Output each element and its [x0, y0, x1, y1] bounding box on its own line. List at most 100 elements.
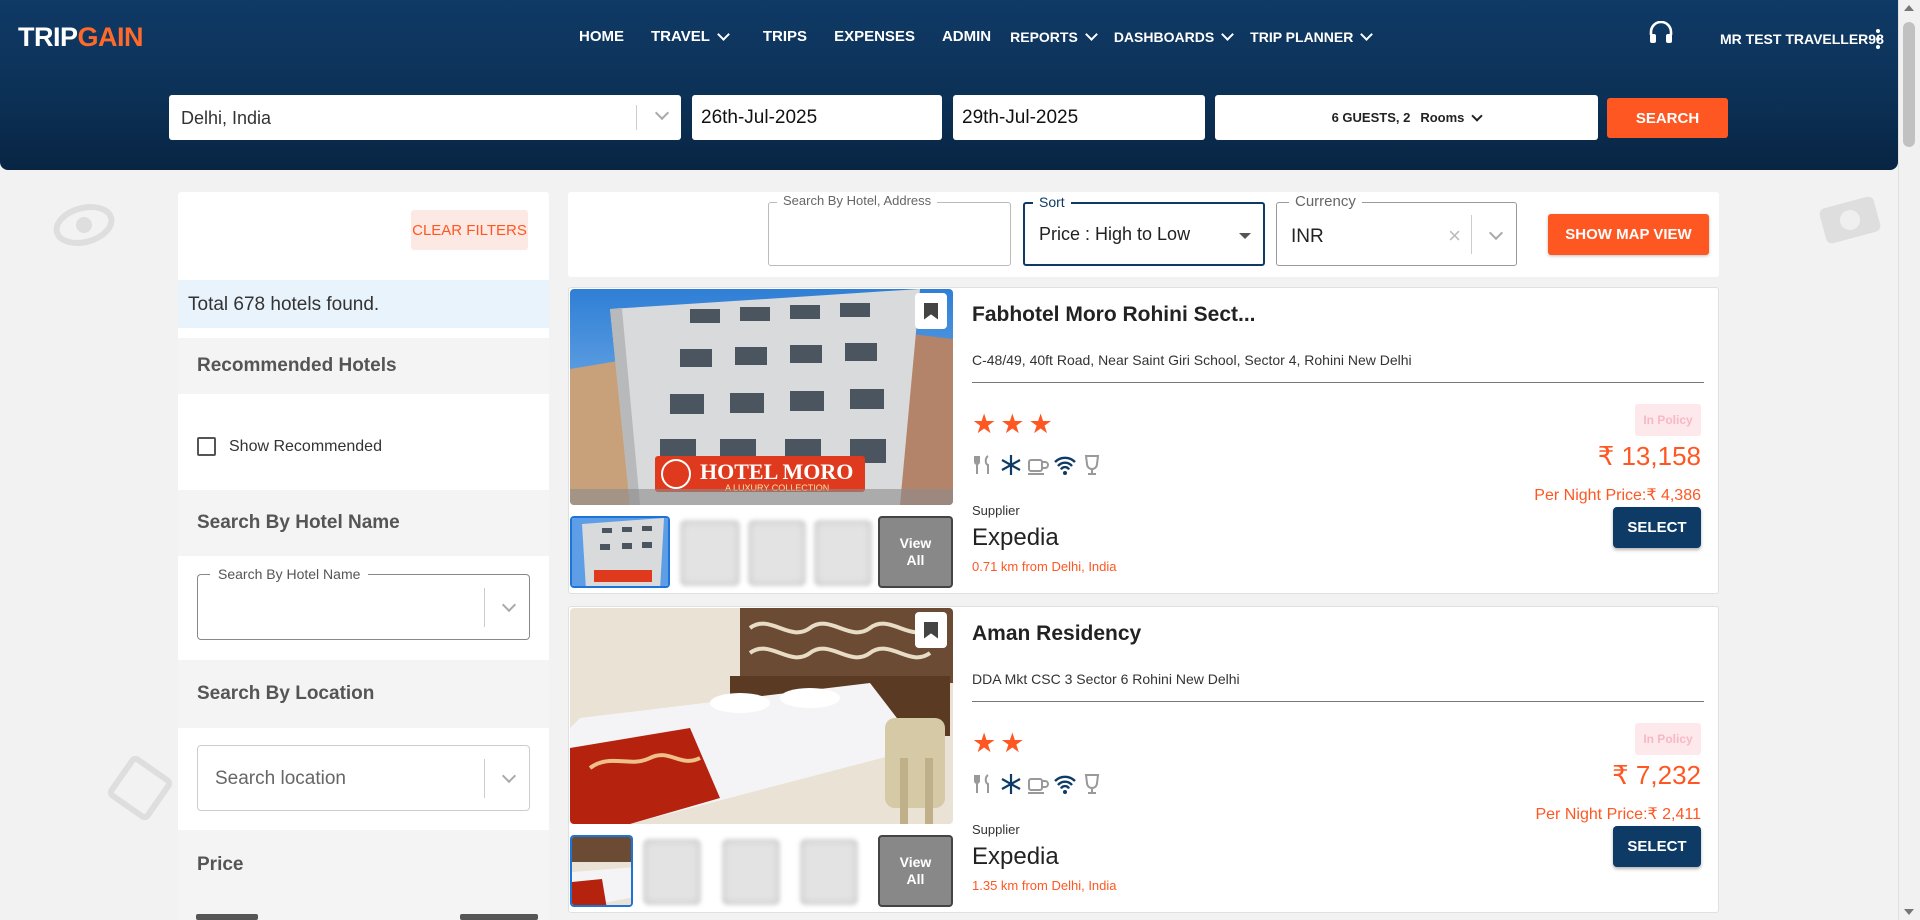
chevron-down-icon — [717, 27, 730, 41]
chevron-down-icon — [654, 105, 670, 121]
tripgain-logo[interactable]: TRIPGAIN — [18, 22, 144, 53]
nav-home[interactable]: HOME — [579, 28, 624, 45]
in-policy-badge: In Policy — [1635, 404, 1701, 436]
star-rating: ★ ★ ★ — [972, 411, 1057, 438]
chevron-down-icon — [501, 768, 517, 784]
camera-watermark-icon — [1819, 196, 1881, 244]
guests-rooms-selector[interactable]: 6 GUESTS, 2 Rooms — [1215, 95, 1598, 140]
main-nav: HOME TRAVEL TRIPS EXPENSES ADMIN REPORTS… — [579, 27, 1389, 45]
hotel-sign-text: HOTEL MORO — [700, 459, 853, 484]
check-in-date-field[interactable]: 26th-Jul-2025 — [692, 95, 942, 140]
checkbox-icon[interactable] — [197, 437, 216, 456]
recommended-section-title: Recommended Hotels — [178, 338, 549, 394]
total-price: ₹ 13,158 — [1597, 441, 1701, 471]
supplier-name: Expedia — [972, 843, 1059, 870]
nav-trips[interactable]: TRIPS — [763, 28, 807, 45]
star-rating: ★ ★ — [972, 730, 1028, 757]
check-out-date-field[interactable]: 29th-Jul-2025 — [953, 95, 1205, 140]
price-section-title: Price — [178, 830, 549, 920]
scroll-down-icon[interactable] — [1904, 909, 1914, 915]
bookmark-icon[interactable] — [915, 612, 947, 648]
hotel-search-bar: Delhi, India 26th-Jul-2025 29th-Jul-2025… — [0, 95, 1898, 142]
photo-thumbnails: View All — [570, 516, 953, 588]
clear-filters-button[interactable]: CLEAR FILTERS — [411, 210, 528, 250]
ac-snowflake-icon — [999, 453, 1023, 477]
hotel-photo[interactable]: HOTEL MORO A LUXURY COLLECTION — [570, 289, 953, 505]
location-select[interactable]: Search location — [197, 745, 530, 811]
price-max-handle[interactable] — [460, 914, 538, 920]
star-icon: ★ — [972, 409, 997, 439]
hotel-name[interactable]: Aman Residency — [972, 622, 1141, 646]
city-select[interactable]: Delhi, India — [169, 95, 681, 140]
select-button[interactable]: SELECT — [1613, 826, 1701, 867]
show-map-view-button[interactable]: SHOW MAP VIEW — [1548, 214, 1709, 255]
star-icon: ★ — [1000, 409, 1025, 439]
view-all-photos-button[interactable]: View All — [878, 516, 953, 588]
bar-glass-icon — [1080, 453, 1104, 477]
thumbnail-selected[interactable] — [570, 835, 633, 907]
hotel-name[interactable]: Fabhotel Moro Rohini Sect... — [972, 303, 1256, 327]
hotel-card: HOTEL MORO A LUXURY COLLECTION View All F… — [568, 287, 1719, 594]
supplier-name: Expedia — [972, 524, 1059, 551]
page-scrollbar[interactable] — [1898, 0, 1920, 920]
more-vertical-icon[interactable] — [1875, 29, 1881, 49]
clear-icon[interactable]: × — [1448, 223, 1461, 249]
caret-down-icon — [1239, 233, 1251, 239]
star-icon: ★ — [1000, 728, 1025, 758]
thumbnail[interactable] — [800, 839, 858, 905]
supplier-label: Supplier — [972, 503, 1020, 518]
chevron-down-icon — [1084, 27, 1098, 41]
user-name-menu[interactable]: MR TEST TRAVELLER98 — [1720, 31, 1884, 47]
thumbnail[interactable] — [643, 839, 701, 905]
thumbnail[interactable] — [680, 520, 740, 586]
bookmark-icon[interactable] — [915, 293, 947, 329]
nav-trip-planner[interactable]: TRIP PLANNER — [1250, 27, 1374, 45]
chevron-down-icon — [1488, 225, 1504, 241]
divider — [972, 701, 1704, 702]
per-night-price: Per Night Price:₹ 4,386 — [1534, 487, 1701, 504]
search-button[interactable]: SEARCH — [1607, 98, 1728, 138]
nav-expenses[interactable]: EXPENSES — [834, 28, 915, 45]
hotel-card: View All Aman Residency DDA Mkt CSC 3 Sec… — [568, 606, 1719, 913]
results-toolbar: Search By Hotel, Address Sort Price : Hi… — [568, 192, 1719, 277]
scroll-up-icon[interactable] — [1904, 5, 1914, 11]
nav-travel[interactable]: TRAVEL — [651, 27, 730, 45]
chevron-down-icon — [1360, 27, 1374, 41]
chip-watermark-icon — [107, 755, 173, 821]
nav-dashboards[interactable]: DASHBOARDS — [1114, 27, 1235, 45]
hotel-name-select[interactable]: Search By Hotel Name — [197, 566, 530, 640]
show-recommended-checkbox[interactable]: Show Recommended — [197, 437, 382, 456]
nav-reports[interactable]: REPORTS — [1010, 27, 1098, 45]
headset-icon[interactable] — [1648, 20, 1674, 45]
select-button[interactable]: SELECT — [1613, 507, 1701, 548]
hotel-address: C-48/49, 40ft Road, Near Saint Giri Scho… — [972, 352, 1412, 368]
chevron-down-icon — [501, 597, 517, 613]
currency-select[interactable]: Currency INR × — [1276, 193, 1517, 266]
hotel-photo[interactable] — [570, 608, 953, 824]
nav-admin[interactable]: ADMIN — [942, 28, 991, 45]
price-min-handle[interactable] — [196, 914, 258, 920]
top-header: TRIPGAIN HOME TRAVEL TRIPS EXPENSES ADMI… — [0, 0, 1898, 170]
filter-panel: CLEAR FILTERS Total 678 hotels found. Re… — [178, 192, 549, 920]
per-night-price: Per Night Price:₹ 2,411 — [1535, 806, 1701, 823]
thumbnail[interactable] — [814, 520, 872, 586]
star-icon: ★ — [972, 728, 997, 758]
in-policy-badge: In Policy — [1635, 723, 1701, 755]
distance-text: 0.71 km from Delhi, India — [972, 559, 1117, 574]
photo-thumbnails: View All — [570, 835, 953, 907]
amenities — [972, 453, 1107, 477]
thumbnail[interactable] — [748, 520, 806, 586]
sort-select[interactable]: Sort Price : High to Low — [1023, 194, 1265, 266]
scrollbar-thumb[interactable] — [1903, 22, 1915, 147]
view-all-photos-button[interactable]: View All — [878, 835, 953, 907]
hotel-address-search-input[interactable]: Search By Hotel, Address — [768, 193, 1011, 266]
coffee-icon — [1026, 453, 1050, 477]
star-icon: ★ — [1028, 409, 1053, 439]
thumbnail-selected[interactable] — [570, 516, 670, 588]
eye-watermark-icon — [53, 204, 115, 246]
wifi-icon — [1053, 453, 1077, 477]
wifi-icon — [1053, 772, 1077, 796]
restaurant-icon — [972, 453, 996, 477]
thumbnail[interactable] — [722, 839, 780, 905]
total-hotels-found: Total 678 hotels found. — [178, 280, 549, 328]
